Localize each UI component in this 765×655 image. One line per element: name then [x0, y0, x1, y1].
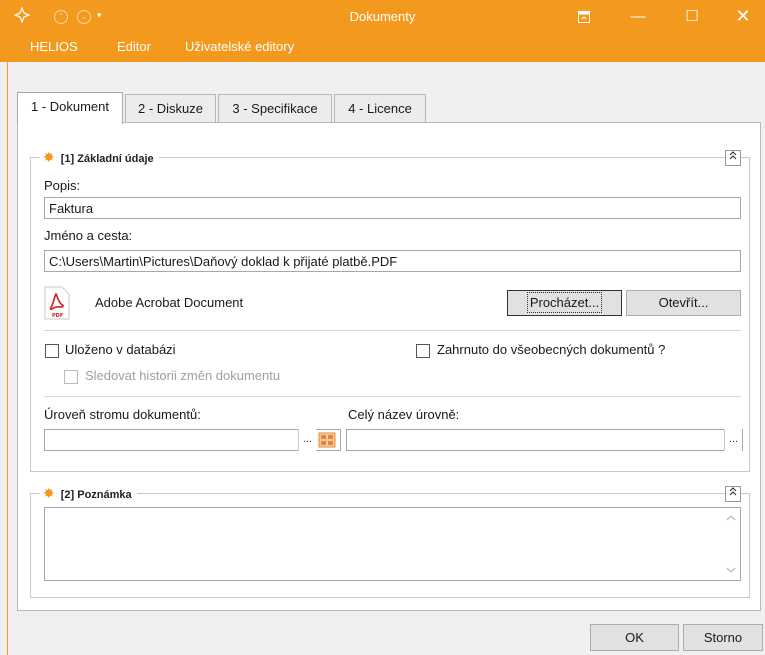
saved-in-db-checkbox[interactable]: [45, 344, 59, 358]
tree-level-browse-button[interactable]: ...: [298, 429, 316, 451]
general-docs-label: Zahrnuto do všeobecných dokumentů ?: [437, 342, 666, 357]
open-button-label: Otevřít...: [658, 295, 709, 310]
popis-label: Popis:: [44, 178, 81, 193]
general-docs-checkbox[interactable]: [416, 344, 430, 358]
saved-in-db-label: Uloženo v databázi: [65, 342, 176, 357]
tab-panel: ✸ [1] Základní údaje Popis: Faktura Jméno…: [17, 122, 761, 611]
minimize-icon[interactable]: —: [615, 0, 661, 33]
track-history-label: Sledovat historii změn dokumentu: [85, 368, 281, 383]
menu-user-editors[interactable]: Uživatelské editory: [185, 39, 294, 54]
tab-diskuze[interactable]: 2 - Diskuze: [125, 94, 216, 123]
title-bar: ⌃ ⌄ ▾ Dokumenty — ☐ ✕ HELIOS Editor Uživ…: [0, 0, 765, 62]
tab-dokument[interactable]: 1 - Dokument: [17, 92, 123, 124]
separator: [44, 330, 741, 331]
full-level-name-input[interactable]: [346, 429, 743, 451]
pdf-icon: PDF: [44, 286, 70, 323]
open-button[interactable]: Otevřít...: [626, 290, 741, 316]
path-input[interactable]: C:\Users\Martin\Pictures\Daňový doklad k…: [44, 250, 741, 272]
menu-bar: HELIOS Editor Uživatelské editory: [0, 33, 765, 62]
group-note-title: [2] Poznámka: [60, 489, 132, 501]
ok-button[interactable]: OK: [590, 624, 679, 651]
menu-helios[interactable]: HELIOS: [30, 39, 78, 54]
star-icon: ✸: [43, 149, 55, 165]
browse-button[interactable]: Procházet...: [507, 290, 622, 316]
maximize-icon[interactable]: ☐: [669, 0, 715, 33]
window-left-border: [7, 62, 8, 655]
close-icon[interactable]: ✕: [720, 0, 765, 33]
collapse-note-button[interactable]: [725, 486, 741, 502]
tree-level-label: Úroveň stromu dokumentů:: [44, 407, 201, 422]
note-scrollbar[interactable]: [722, 508, 740, 580]
tree-level-input[interactable]: [44, 429, 341, 451]
tab-licence[interactable]: 4 - Licence: [334, 94, 426, 123]
star-icon: ✸: [43, 485, 55, 501]
browse-button-label: Procházet...: [526, 292, 603, 313]
group-note-header: ✸ [2] Poznámka: [40, 485, 137, 501]
path-label: Jméno a cesta:: [44, 228, 133, 243]
note-textarea[interactable]: [44, 507, 741, 581]
popis-input[interactable]: Faktura: [44, 197, 741, 219]
tree-icon[interactable]: [318, 432, 336, 451]
separator: [44, 396, 741, 397]
full-level-name-browse-button[interactable]: ...: [724, 429, 742, 451]
collapse-basic-info-button[interactable]: [725, 150, 741, 166]
tab-specifikace[interactable]: 3 - Specifikace: [218, 94, 332, 123]
group-basic-info-title: [1] Základní údaje: [60, 153, 154, 165]
cancel-button[interactable]: Storno: [683, 624, 763, 651]
group-basic-info-header: ✸ [1] Základní údaje: [40, 149, 159, 165]
menu-editor[interactable]: Editor: [117, 39, 151, 54]
pdf-icon-text: PDF: [52, 313, 63, 319]
document-type: Adobe Acrobat Document: [95, 295, 244, 310]
track-history-checkbox[interactable]: [64, 370, 78, 384]
ribbon-toggle-icon[interactable]: [561, 0, 607, 33]
full-level-name-label: Celý název úrovně:: [348, 407, 460, 422]
